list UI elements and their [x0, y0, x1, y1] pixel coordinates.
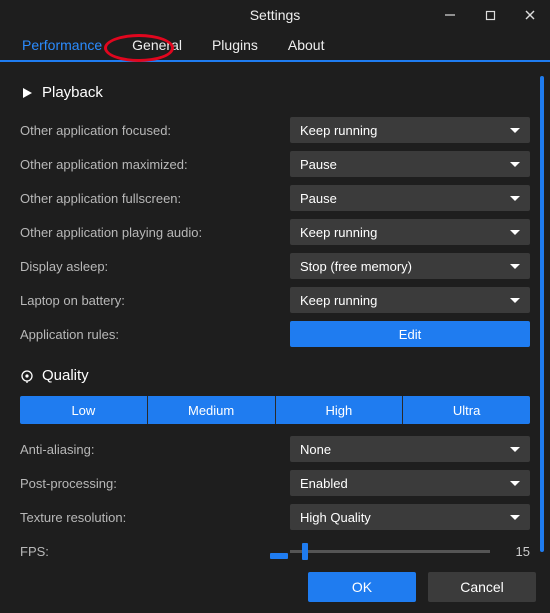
select-other-maximized[interactable]: Pause — [290, 151, 530, 177]
quality-preset-segmented: Low Medium High Ultra — [20, 396, 530, 424]
chevron-down-icon — [510, 264, 520, 269]
select-laptop-battery[interactable]: Keep running — [290, 287, 530, 313]
window-title: Settings — [250, 7, 301, 23]
chevron-down-icon — [510, 515, 520, 520]
row-other-fullscreen: Other application fullscreen: Pause — [20, 181, 530, 215]
select-value: Pause — [300, 191, 337, 206]
preset-ultra[interactable]: Ultra — [403, 396, 530, 424]
minimize-icon — [444, 9, 456, 21]
tab-about[interactable]: About — [276, 31, 337, 59]
scrollbar-vertical[interactable] — [540, 76, 544, 552]
row-texture-resolution: Texture resolution: High Quality — [20, 500, 530, 534]
tab-performance[interactable]: Performance — [10, 31, 114, 59]
select-value: Enabled — [300, 476, 348, 491]
select-other-fullscreen[interactable]: Pause — [290, 185, 530, 211]
maximize-button[interactable] — [470, 0, 510, 30]
tab-bar: Performance General Plugins About — [0, 30, 550, 62]
row-other-audio: Other application playing audio: Keep ru… — [20, 215, 530, 249]
preset-high[interactable]: High — [276, 396, 404, 424]
select-texture-resolution[interactable]: High Quality — [290, 504, 530, 530]
maximize-icon — [485, 10, 496, 21]
select-other-focused[interactable]: Keep running — [290, 117, 530, 143]
row-other-focused: Other application focused: Keep running — [20, 113, 530, 147]
label-texture-resolution: Texture resolution: — [20, 510, 280, 525]
label-post-processing: Post-processing: — [20, 476, 280, 491]
content-panel: Playback Other application focused: Keep… — [0, 62, 550, 561]
window-controls — [430, 0, 550, 30]
edit-button[interactable]: Edit — [290, 321, 530, 347]
label-other-fullscreen: Other application fullscreen: — [20, 191, 280, 206]
row-application-rules: Application rules: Edit — [20, 317, 530, 351]
partial-control-fragment — [270, 553, 288, 559]
chevron-down-icon — [510, 196, 520, 201]
select-value: Keep running — [300, 123, 377, 138]
label-other-focused: Other application focused: — [20, 123, 280, 138]
chevron-down-icon — [510, 481, 520, 486]
row-other-maximized: Other application maximized: Pause — [20, 147, 530, 181]
row-anti-aliasing: Anti-aliasing: None — [20, 432, 530, 466]
dialog-footer: OK Cancel — [0, 561, 550, 613]
fps-value: 15 — [500, 544, 530, 559]
select-display-asleep[interactable]: Stop (free memory) — [290, 253, 530, 279]
tab-plugins[interactable]: Plugins — [200, 31, 270, 59]
slider-thumb[interactable] — [302, 543, 308, 560]
tab-general[interactable]: General — [120, 31, 194, 59]
select-value: Keep running — [300, 225, 377, 240]
close-button[interactable] — [510, 0, 550, 30]
fps-slider[interactable]: 15 — [290, 544, 530, 559]
select-other-audio[interactable]: Keep running — [290, 219, 530, 245]
row-laptop-battery: Laptop on battery: Keep running — [20, 283, 530, 317]
minimize-button[interactable] — [430, 0, 470, 30]
slider-track — [290, 550, 490, 553]
titlebar: Settings — [0, 0, 550, 30]
cancel-button[interactable]: Cancel — [428, 572, 536, 602]
chevron-down-icon — [510, 162, 520, 167]
select-anti-aliasing[interactable]: None — [290, 436, 530, 462]
label-anti-aliasing: Anti-aliasing: — [20, 442, 280, 457]
chevron-down-icon — [510, 447, 520, 452]
select-value: Stop (free memory) — [300, 259, 412, 274]
chevron-down-icon — [510, 298, 520, 303]
label-display-asleep: Display asleep: — [20, 259, 280, 274]
quality-icon — [20, 369, 34, 383]
preset-medium[interactable]: Medium — [148, 396, 276, 424]
select-value: Pause — [300, 157, 337, 172]
label-other-maximized: Other application maximized: — [20, 157, 280, 172]
select-value: High Quality — [300, 510, 371, 525]
select-post-processing[interactable]: Enabled — [290, 470, 530, 496]
label-other-audio: Other application playing audio: — [20, 225, 280, 240]
preset-low[interactable]: Low — [20, 396, 148, 424]
play-icon — [20, 86, 34, 100]
close-icon — [524, 9, 536, 21]
chevron-down-icon — [510, 230, 520, 235]
chevron-down-icon — [510, 128, 520, 133]
label-application-rules: Application rules: — [20, 327, 280, 342]
playback-section-label: Playback — [42, 84, 103, 101]
quality-section-label: Quality — [42, 367, 89, 384]
label-fps: FPS: — [20, 544, 280, 559]
settings-window: Settings Performance General Plugins Abo… — [0, 0, 550, 613]
playback-section-header: Playback — [20, 84, 530, 101]
row-display-asleep: Display asleep: Stop (free memory) — [20, 249, 530, 283]
select-value: Keep running — [300, 293, 377, 308]
label-laptop-battery: Laptop on battery: — [20, 293, 280, 308]
ok-button[interactable]: OK — [308, 572, 416, 602]
row-post-processing: Post-processing: Enabled — [20, 466, 530, 500]
select-value: None — [300, 442, 331, 457]
quality-section-header: Quality — [20, 367, 530, 384]
